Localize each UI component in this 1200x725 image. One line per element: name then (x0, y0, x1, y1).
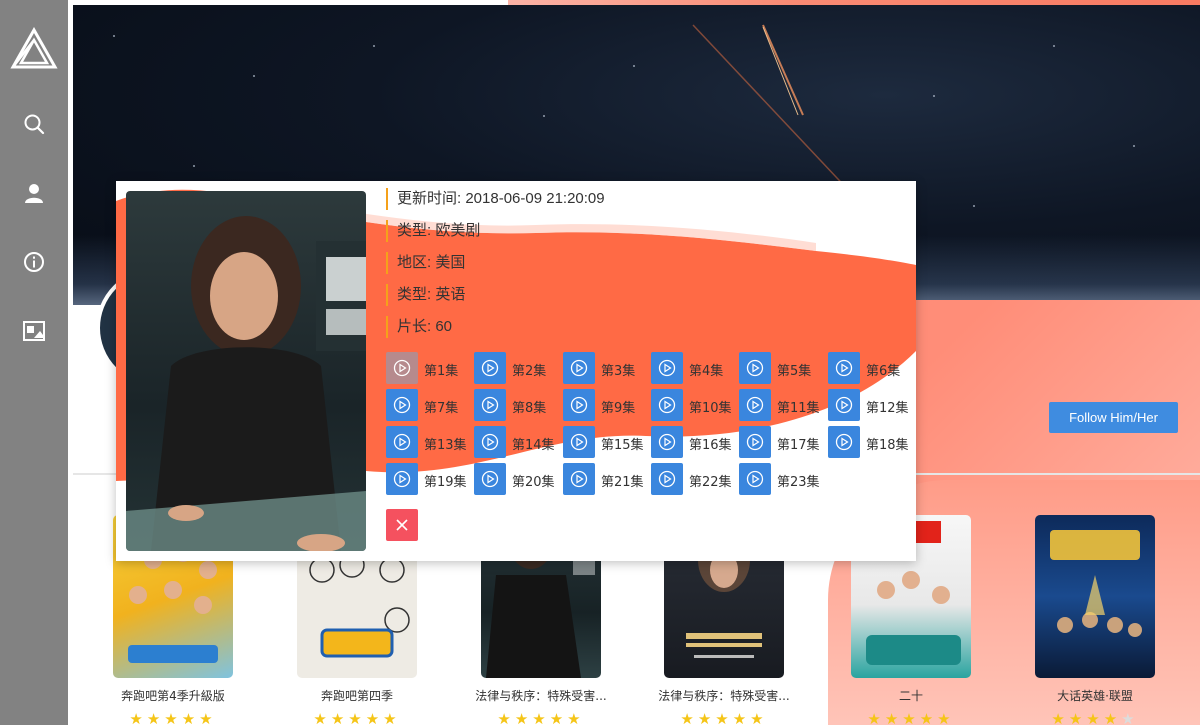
play-icon[interactable] (651, 426, 683, 458)
episode-button[interactable]: 第13集 (386, 426, 476, 458)
episode-label[interactable]: 第16集 (689, 434, 732, 453)
episode-button[interactable]: 第21集 (563, 463, 653, 495)
episode-label[interactable]: 第9集 (601, 397, 635, 416)
rating-stars: ★★★★★ (1051, 710, 1139, 725)
meta-genre: 类型: 欧美剧 (386, 220, 886, 242)
episode-label[interactable]: 第20集 (512, 471, 555, 490)
close-icon (396, 519, 408, 531)
play-icon[interactable] (563, 389, 595, 421)
play-icon[interactable] (739, 389, 771, 421)
play-icon[interactable] (563, 426, 595, 458)
rating-stars: ★★★★★ (129, 710, 217, 725)
episode-label[interactable]: 第8集 (512, 397, 546, 416)
episode-button[interactable]: 第4集 (651, 352, 741, 384)
play-icon[interactable] (474, 352, 506, 384)
episode-button[interactable]: 第5集 (739, 352, 829, 384)
card-title[interactable]: 法律与秩序：特殊受害... (466, 687, 616, 704)
rating-stars: ★★★★★ (680, 710, 768, 725)
episode-button[interactable]: 第10集 (651, 389, 741, 421)
episode-label[interactable]: 第2集 (512, 360, 546, 379)
episode-label[interactable]: 第13集 (424, 434, 467, 453)
episode-label[interactable]: 第15集 (601, 434, 644, 453)
meta-duration: 片长: 60 (386, 316, 886, 338)
episode-label[interactable]: 第18集 (866, 434, 909, 453)
video-card[interactable]: 大话英雄·联盟 ★★★★★ (1020, 515, 1170, 725)
play-icon[interactable] (563, 463, 595, 495)
episode-button[interactable]: 第17集 (739, 426, 829, 458)
episode-label[interactable]: 第5集 (777, 360, 811, 379)
play-icon[interactable] (651, 352, 683, 384)
card-title[interactable]: 奔跑吧第四季 (282, 687, 432, 704)
rating-stars: ★★★★★ (313, 710, 401, 725)
play-icon[interactable] (739, 352, 771, 384)
episode-button[interactable]: 第9集 (563, 389, 653, 421)
episode-label[interactable]: 第7集 (424, 397, 458, 416)
follow-button[interactable]: Follow Him/Her (1049, 402, 1178, 433)
episode-label[interactable]: 第3集 (601, 360, 635, 379)
episode-label[interactable]: 第12集 (866, 397, 909, 416)
episode-button[interactable]: 第3集 (563, 352, 653, 384)
episode-label[interactable]: 第4集 (689, 360, 723, 379)
play-icon[interactable] (386, 463, 418, 495)
episode-label[interactable]: 第1集 (424, 360, 458, 379)
episode-label[interactable]: 第6集 (866, 360, 900, 379)
meta-region: 地区: 美国 (386, 252, 886, 274)
episode-label[interactable]: 第14集 (512, 434, 555, 453)
rating-stars: ★★★★★ (497, 710, 585, 725)
rating-stars: ★★★★★ (867, 710, 955, 725)
episode-button[interactable]: 第6集 (828, 352, 916, 384)
play-icon[interactable] (386, 426, 418, 458)
episode-button[interactable]: 第20集 (474, 463, 564, 495)
episode-label[interactable]: 第21集 (601, 471, 644, 490)
card-title[interactable]: 大话英雄·联盟 (1020, 687, 1170, 704)
episode-button[interactable]: 第18集 (828, 426, 916, 458)
play-icon[interactable] (828, 389, 860, 421)
play-icon[interactable] (739, 463, 771, 495)
episode-button[interactable]: 第15集 (563, 426, 653, 458)
meta-updated: 更新时间: 2018-06-09 21:20:09 (386, 188, 886, 210)
play-icon[interactable] (474, 426, 506, 458)
play-icon[interactable] (651, 389, 683, 421)
play-icon[interactable] (739, 426, 771, 458)
play-icon[interactable] (386, 352, 418, 384)
show-poster (126, 191, 366, 551)
card-title[interactable]: 法律与秩序：特殊受害... (649, 687, 799, 704)
close-button[interactable] (386, 509, 418, 541)
episode-button[interactable]: 第11集 (739, 389, 829, 421)
episode-button[interactable]: 第7集 (386, 389, 476, 421)
episode-label[interactable]: 第17集 (777, 434, 820, 453)
play-icon[interactable] (474, 463, 506, 495)
image-icon[interactable] (22, 319, 46, 343)
episode-modal: 更新时间: 2018-06-09 21:20:09 类型: 欧美剧 地区: 美国… (116, 181, 916, 561)
logo-triangle-icon[interactable] (10, 27, 58, 71)
play-icon[interactable] (828, 352, 860, 384)
episode-button[interactable]: 第2集 (474, 352, 564, 384)
card-poster[interactable] (1035, 515, 1155, 678)
card-title[interactable]: 二十 (836, 687, 986, 704)
card-title[interactable]: 奔跑吧第4季升級版 (98, 687, 248, 704)
episode-label[interactable]: 第19集 (424, 471, 467, 490)
sidebar (0, 0, 68, 725)
play-icon[interactable] (474, 389, 506, 421)
user-icon[interactable] (22, 181, 46, 205)
meta-language: 类型: 英语 (386, 284, 886, 306)
play-icon[interactable] (828, 426, 860, 458)
info-icon[interactable] (22, 250, 46, 274)
episode-label[interactable]: 第23集 (777, 471, 820, 490)
episode-button[interactable]: 第12集 (828, 389, 916, 421)
episode-button[interactable]: 第8集 (474, 389, 564, 421)
episode-button[interactable]: 第23集 (739, 463, 829, 495)
episode-button[interactable]: 第19集 (386, 463, 476, 495)
search-icon[interactable] (22, 112, 46, 136)
episode-label[interactable]: 第11集 (777, 397, 820, 416)
play-icon[interactable] (386, 389, 418, 421)
episode-label[interactable]: 第10集 (689, 397, 732, 416)
episode-label[interactable]: 第22集 (689, 471, 732, 490)
play-icon[interactable] (563, 352, 595, 384)
episode-button[interactable]: 第1集 (386, 352, 476, 384)
episode-button[interactable]: 第14集 (474, 426, 564, 458)
play-icon[interactable] (651, 463, 683, 495)
episode-button[interactable]: 第22集 (651, 463, 741, 495)
episode-button[interactable]: 第16集 (651, 426, 741, 458)
